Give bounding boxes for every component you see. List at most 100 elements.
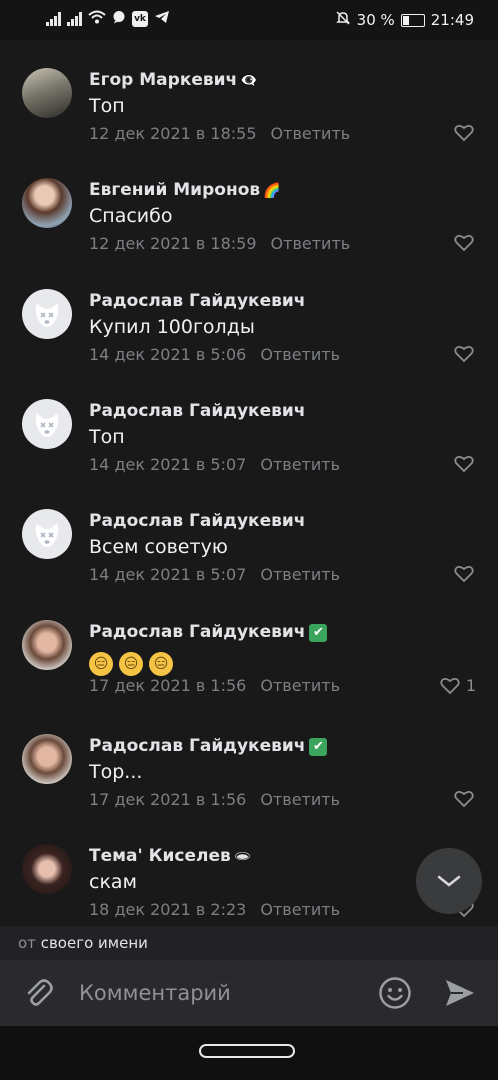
status-icons-left: vk	[46, 10, 170, 28]
reply-button[interactable]: Ответить	[260, 900, 340, 919]
comment-meta: 14 дек 2021 в 5:06 Ответить	[89, 345, 340, 364]
comment-item: Радослав Гайдукевич Всем советую 14 дек …	[0, 481, 498, 591]
like-button[interactable]	[448, 345, 474, 363]
comment-text: Спасибо	[89, 205, 173, 227]
expressionless-emoji: 😑	[119, 652, 143, 676]
comment-meta: 12 дек 2021 в 18:59 Ответить	[89, 234, 350, 253]
reply-button[interactable]: Ответить	[260, 676, 340, 695]
avatar[interactable]	[22, 68, 72, 118]
comment-meta: 14 дек 2021 в 5:07 Ответить	[89, 565, 340, 584]
comment-text: 😑 😑 😑	[89, 647, 179, 676]
chevron-down-icon	[437, 875, 461, 887]
check-emoji: ✔	[309, 624, 328, 642]
send-icon[interactable]	[443, 977, 477, 1013]
expressionless-emoji: 😑	[149, 652, 173, 676]
home-indicator[interactable]	[199, 1044, 295, 1058]
post-as-prefix: от	[18, 934, 36, 952]
like-button[interactable]	[448, 124, 474, 142]
comment-item: Радослав Гайдукевич Купил 100голды 14 де…	[0, 261, 498, 371]
system-nav-bar	[0, 1026, 498, 1080]
deactivated-avatar[interactable]	[22, 399, 72, 449]
comment-text: Купил 100голды	[89, 316, 255, 338]
comment-meta: 18 дек 2021 в 2:23 Ответить	[89, 900, 340, 919]
like-button[interactable]	[448, 455, 474, 473]
comment-text: Тор...	[89, 761, 143, 783]
comment-composer: Комментарий	[0, 960, 498, 1026]
comments-list[interactable]: Егор Маркевич 👁‍🗨 Топ 12 дек 2021 в 18:55…	[0, 40, 498, 926]
comment-meta: 17 дек 2021 в 1:56 Ответить	[89, 676, 340, 695]
deactivated-avatar[interactable]	[22, 509, 72, 559]
comment-author[interactable]: Радослав Гайдукевич	[89, 291, 305, 311]
comment-item: Егор Маркевич 👁‍🗨 Топ 12 дек 2021 в 18:55…	[0, 40, 498, 150]
avatar[interactable]	[22, 178, 72, 228]
like-button[interactable]: 1	[440, 676, 476, 695]
comment-author[interactable]: Радослав Гайдукевич ✔	[89, 736, 328, 756]
comment-date: 18 дек 2021 в 2:23	[89, 900, 247, 919]
comment-item: Радослав Гайдукевич Топ 14 дек 2021 в 5:…	[0, 371, 498, 481]
comment-meta: 17 дек 2021 в 1:56 Ответить	[89, 790, 340, 809]
heart-icon	[454, 790, 474, 808]
comment-author[interactable]: Евгений Миронов 🌈	[89, 180, 281, 200]
comment-author[interactable]: Радослав Гайдукевич	[89, 401, 305, 421]
reply-button[interactable]: Ответить	[260, 565, 340, 584]
dog-icon	[35, 303, 59, 327]
telegram-icon	[154, 10, 170, 28]
reply-button[interactable]: Ответить	[271, 234, 351, 253]
comment-date: 14 дек 2021 в 5:07	[89, 565, 247, 584]
avatar[interactable]	[22, 620, 72, 670]
reply-button[interactable]: Ответить	[271, 124, 351, 143]
like-button[interactable]	[448, 565, 474, 583]
post-as-bar[interactable]: от своего имени	[0, 926, 498, 960]
comment-item: Евгений Миронов 🌈 Спасибо 12 дек 2021 в 1…	[0, 150, 498, 260]
signal-icon	[46, 12, 61, 26]
paperclip-icon[interactable]	[22, 977, 56, 1015]
comment-input[interactable]: Комментарий	[79, 981, 231, 1005]
like-button[interactable]	[448, 790, 474, 808]
check-emoji: ✔	[309, 738, 328, 756]
comment-date: 12 дек 2021 в 18:59	[89, 234, 257, 253]
status-emoji: 👁‍🗨	[240, 73, 258, 89]
battery-percent: 30 %	[356, 11, 395, 29]
comment-meta: 12 дек 2021 в 18:55 Ответить	[89, 124, 350, 143]
comment-date: 12 дек 2021 в 18:55	[89, 124, 257, 143]
avatar[interactable]	[22, 844, 72, 894]
comment-item: Радослав Гайдукевич ✔ 😑 😑 😑 17 дек 2021 в 1…	[0, 592, 498, 702]
status-emoji: 🕳	[233, 849, 252, 865]
deactivated-avatar[interactable]	[22, 289, 72, 339]
battery-icon	[400, 13, 425, 27]
expressionless-emoji: 😑	[89, 652, 113, 676]
comment-author[interactable]: Радослав Гайдукевич	[89, 511, 305, 531]
dog-icon	[35, 413, 59, 437]
heart-icon	[454, 124, 474, 142]
reply-button[interactable]: Ответить	[260, 345, 340, 364]
vk-icon: vk	[132, 11, 148, 27]
comment-text: Топ	[89, 426, 125, 448]
like-button[interactable]	[448, 234, 474, 252]
reply-button[interactable]: Ответить	[260, 790, 340, 809]
comment-author[interactable]: Радослав Гайдукевич ✔	[89, 622, 328, 642]
reply-button[interactable]: Ответить	[260, 455, 340, 474]
post-as-value[interactable]: своего имени	[41, 934, 148, 952]
comment-date: 14 дек 2021 в 5:06	[89, 345, 247, 364]
muted-bell-icon	[335, 10, 351, 30]
comment-author[interactable]: Егор Маркевич 👁‍🗨	[89, 70, 258, 90]
chat-bubble-icon	[112, 10, 126, 28]
heart-icon	[454, 455, 474, 473]
status-emoji: 🌈	[263, 183, 281, 199]
comment-date: 17 дек 2021 в 1:56	[89, 676, 247, 695]
avatar[interactable]	[22, 734, 72, 784]
heart-icon	[440, 677, 460, 694]
comment-text: Топ	[89, 95, 125, 117]
comment-text: скам	[89, 871, 137, 893]
heart-icon	[454, 565, 474, 583]
comment-date: 14 дек 2021 в 5:07	[89, 455, 247, 474]
comment-date: 17 дек 2021 в 1:56	[89, 790, 247, 809]
signal-icon	[67, 12, 82, 26]
heart-icon	[454, 234, 474, 252]
status-bar: vk 30 % 21:49	[0, 0, 498, 40]
smiley-icon[interactable]	[378, 976, 412, 1014]
status-icons-right: 30 % 21:49	[335, 10, 474, 30]
scroll-down-button[interactable]	[416, 848, 482, 914]
comment-text: Всем советую	[89, 536, 228, 558]
comment-author[interactable]: Тема' Киселев 🕳	[89, 846, 252, 866]
